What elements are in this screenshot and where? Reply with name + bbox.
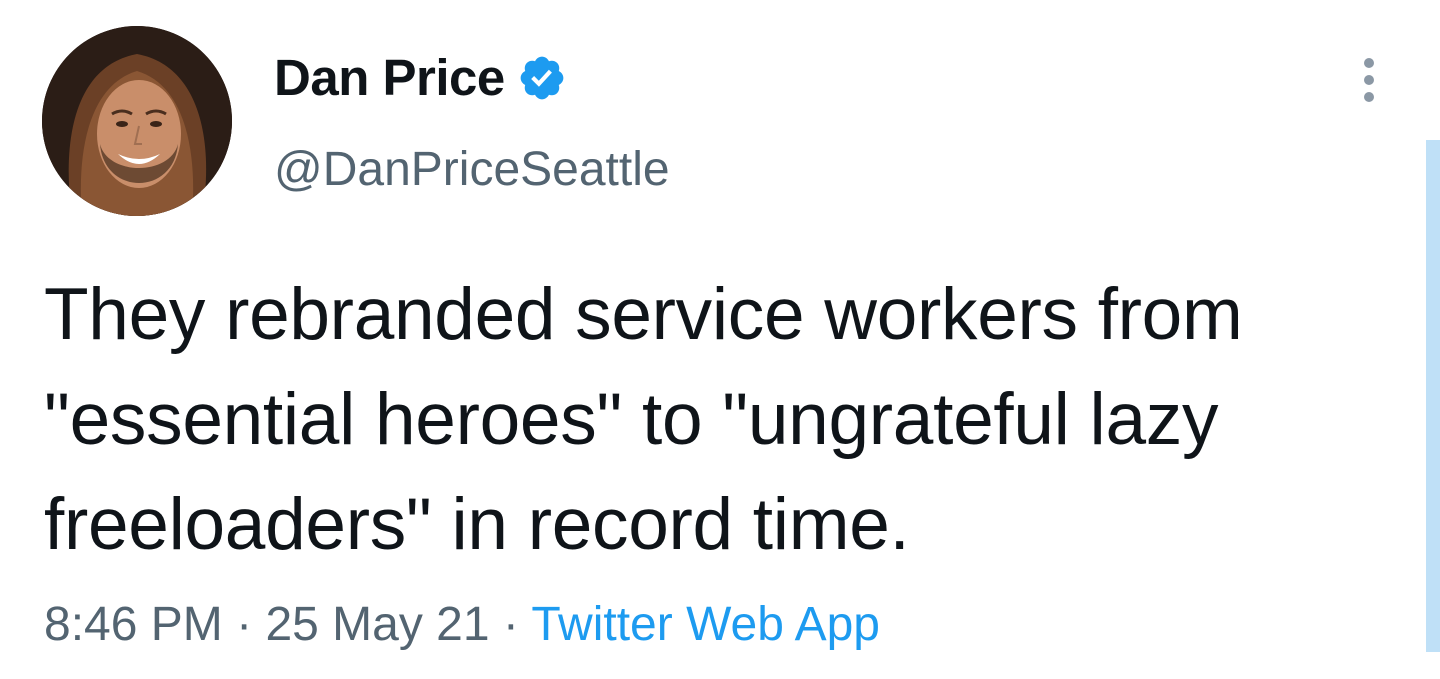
user-handle[interactable]: @DanPriceSeattle — [274, 140, 670, 200]
tweet-card: Dan Price @DanPriceSeattle They rebrande… — [0, 0, 1440, 679]
display-name[interactable]: Dan Price — [274, 48, 505, 108]
verified-badge-icon — [517, 53, 567, 103]
scrollbar[interactable] — [1426, 140, 1440, 652]
author-name-row[interactable]: Dan Price — [274, 48, 567, 108]
avatar[interactable] — [42, 26, 232, 216]
more-dot — [1364, 92, 1374, 102]
tweet-source-link[interactable]: Twitter Web App — [531, 598, 880, 651]
meta-separator: · — [236, 598, 253, 651]
more-dot — [1364, 58, 1374, 68]
tweet-time[interactable]: 8:46 PM — [44, 598, 223, 651]
avatar-image — [42, 26, 232, 216]
tweet-meta: 8:46 PM · 25 May 21 · Twitter Web App — [44, 590, 880, 660]
more-options-icon[interactable] — [1354, 58, 1384, 108]
tweet-text: They rebranded service workers from "ess… — [44, 274, 1243, 565]
meta-separator: · — [502, 598, 519, 651]
more-dot — [1364, 75, 1374, 85]
tweet-date[interactable]: 25 May 21 — [265, 598, 489, 651]
